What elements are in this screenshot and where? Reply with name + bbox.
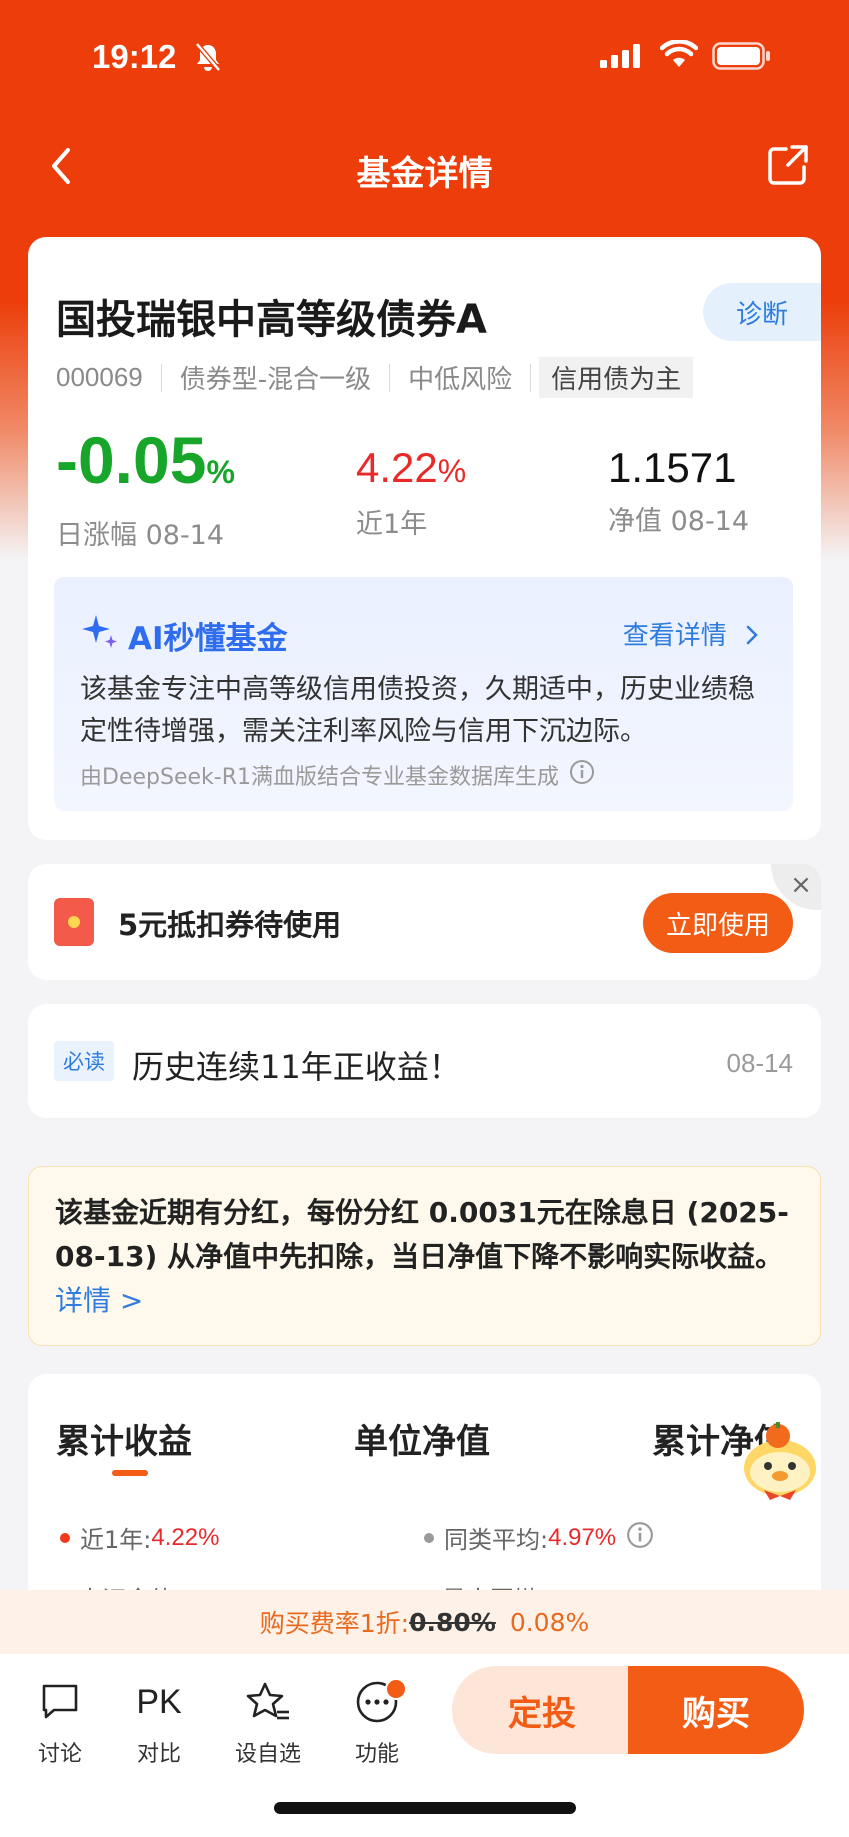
sip-button[interactable]: 定投	[452, 1666, 632, 1754]
cellular-signal-icon	[600, 44, 640, 72]
ai-summary-text: 该基金专注中高等级信用债投资，久期适中，历史业绩稳定性待增强，需关注利率风险与信…	[80, 674, 755, 747]
daily-change-label: 日涨幅 08-14	[56, 520, 225, 551]
sparkle-icon	[80, 611, 120, 659]
silent-bell-icon	[194, 42, 222, 76]
divider	[160, 363, 162, 392]
performance-card: 累计收益 单位净值 累计净值 近1年: 4.22% 同类平均: 4.97% 中证…	[28, 1374, 821, 1614]
legend-dot	[424, 1532, 434, 1543]
functions-button[interactable]: 功能	[337, 1674, 417, 1768]
discuss-label: 讨论	[37, 1742, 82, 1767]
notification-dot	[385, 1678, 407, 1700]
nav-label: 净值 08-14	[608, 506, 750, 537]
fee-new-rate: 0.08%	[509, 1607, 590, 1637]
fee-label: 购买费率1折:	[259, 1609, 410, 1638]
divider	[530, 363, 532, 392]
must-read-card[interactable]: 必读 历史连续11年正收益！ 08-14	[28, 1004, 821, 1118]
divider	[389, 363, 391, 392]
metric-one-year-label: 近1年:	[80, 1526, 152, 1554]
ai-summary-title: AI秒懂基金	[80, 611, 288, 659]
coupon-text: 5元抵扣券待使用	[118, 908, 342, 942]
metric-peer-average: 同类平均: 4.97%	[424, 1520, 654, 1555]
dividend-notice: 该基金近期有分红，每份分红 0.0031元在除息日 (2025-08-13) 从…	[28, 1166, 821, 1346]
tab-unit-nav[interactable]: 单位净值	[354, 1414, 490, 1463]
battery-icon	[712, 42, 772, 74]
daily-change-stat: -0.05% 日涨幅 08-14	[56, 427, 235, 552]
chevron-right-icon	[746, 625, 758, 645]
use-coupon-button[interactable]: 立即使用	[643, 893, 793, 953]
metric-peer-average-label: 同类平均:	[444, 1526, 549, 1554]
must-read-date: 08-14	[726, 1048, 794, 1078]
star-plus-icon	[246, 1682, 289, 1720]
status-bar: 19:12	[0, 0, 849, 110]
one-year-label: 近1年	[356, 509, 428, 540]
fund-name: 国投瑞银中高等级债券A	[56, 297, 487, 343]
mascot-duck-icon[interactable]	[738, 1420, 824, 1502]
one-year-unit: %	[437, 453, 467, 489]
home-indicator	[274, 1802, 576, 1814]
one-year-stat: 4.22% 近1年	[356, 443, 466, 541]
watchlist-label: 设自选	[234, 1742, 301, 1767]
diagnose-button[interactable]: 诊断	[703, 283, 821, 341]
fund-risk: 中低风险	[408, 365, 513, 395]
dividend-text: 该基金近期有分红，每份分红 0.0031元在除息日 (2025-08-13) 从…	[55, 1196, 789, 1273]
ai-view-details-label: 查看详情	[622, 621, 727, 651]
metric-peer-average-value: 4.97%	[548, 1523, 617, 1551]
wifi-icon	[659, 39, 699, 72]
fund-code: 000069	[56, 362, 143, 392]
dividend-details-link[interactable]: 详情 >	[55, 1284, 143, 1317]
nav-value: 1.1571	[608, 444, 737, 491]
fund-tag: 信用债为主	[539, 357, 694, 398]
tab-cumulative-return[interactable]: 累计收益	[56, 1414, 192, 1463]
discuss-button[interactable]: 讨论	[20, 1674, 100, 1768]
share-button[interactable]	[766, 143, 810, 187]
add-watchlist-button[interactable]: 设自选	[228, 1674, 308, 1768]
must-read-badge: 必读	[54, 1041, 114, 1081]
red-envelope-icon	[54, 898, 94, 946]
daily-change-unit: %	[206, 454, 235, 490]
pk-icon: PK	[136, 1682, 182, 1721]
info-icon[interactable]	[626, 1521, 654, 1555]
compare-button[interactable]: PK 对比	[119, 1674, 199, 1768]
metric-one-year-value: 4.22%	[151, 1523, 220, 1551]
daily-change-value: -0.05	[56, 423, 207, 497]
fund-type: 债券型-混合一级	[179, 365, 372, 395]
ai-footnote-text: 由DeepSeek-R1满血版结合专业基金数据库生成	[80, 765, 559, 790]
nav-stat: 1.1571 净值 08-14	[608, 443, 749, 538]
ai-summary-box[interactable]: AI秒懂基金 查看详情 该基金专注中高等级信用债投资，久期适中，历史业绩稳定性待…	[54, 577, 793, 811]
compare-label: 对比	[136, 1742, 181, 1767]
dividend-text-block: 该基金近期有分红，每份分红 0.0031元在除息日 (2025-08-13) 从…	[55, 1191, 800, 1323]
chat-bubble-icon	[42, 1684, 78, 1719]
fund-tags: 000069 债券型-混合一级 中低风险 信用债为主	[56, 357, 694, 398]
status-time: 19:12	[92, 38, 177, 75]
metric-one-year: 近1年: 4.22%	[60, 1520, 219, 1555]
buy-button[interactable]: 购买	[628, 1666, 804, 1754]
one-year-value: 4.22	[356, 444, 438, 491]
fee-old-rate: 0.80%	[409, 1607, 496, 1637]
active-tab-indicator	[112, 1470, 148, 1476]
must-read-text: 历史连续11年正收益！	[132, 1048, 461, 1086]
ai-summary-footnote: 由DeepSeek-R1满血版结合专业基金数据库生成	[80, 759, 595, 791]
fund-summary-card: 国投瑞银中高等级债券A 诊断 000069 债券型-混合一级 中低风险 信用债为…	[28, 237, 821, 840]
ai-view-details-link[interactable]: 查看详情	[623, 615, 759, 652]
legend-dot	[60, 1532, 70, 1543]
ai-summary-title-text: AI秒懂基金	[128, 620, 288, 657]
page-title: 基金详情	[356, 154, 493, 194]
coupon-card: 5元抵扣券待使用 立即使用 ×	[28, 864, 821, 980]
info-icon[interactable]	[569, 759, 595, 791]
functions-label: 功能	[354, 1742, 399, 1767]
share-icon	[768, 145, 808, 185]
purchase-fee-bar: 购买费率1折: 0.80% 0.08%	[0, 1590, 849, 1654]
